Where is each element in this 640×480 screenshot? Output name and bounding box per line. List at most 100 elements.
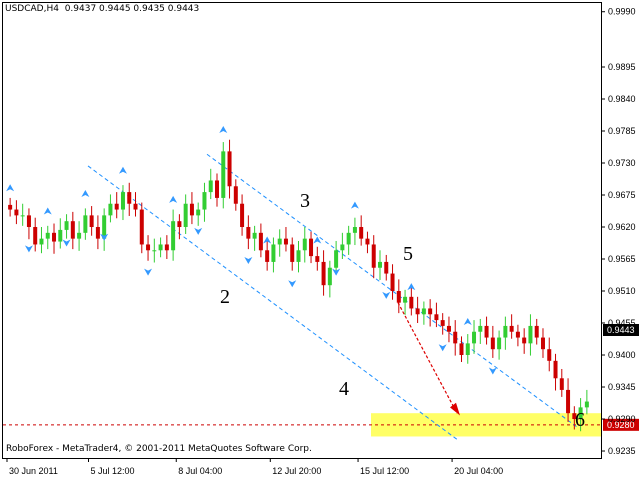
symbol-label: USDCAD,H4 <box>5 4 59 14</box>
fractal-up-arrow <box>6 184 15 192</box>
candle-bull <box>39 238 44 245</box>
candle-bear <box>309 238 314 257</box>
y-tick-label: 0.9675 <box>608 190 636 200</box>
candle-bear <box>553 360 558 379</box>
candle-bear <box>240 203 245 228</box>
candle-bull <box>252 232 257 239</box>
candle-bear <box>484 325 489 338</box>
wave-label-6: 6 <box>575 409 585 431</box>
y-tick-label: 0.9235 <box>608 446 636 456</box>
candle-bear <box>177 221 182 228</box>
candle-bull <box>77 232 82 239</box>
candle-bear <box>127 192 132 204</box>
fractal-down-arrow <box>62 239 71 247</box>
candle-bear <box>453 331 458 344</box>
candle-bull <box>377 261 382 268</box>
candle-bull <box>45 232 50 239</box>
candle-bull <box>334 250 339 268</box>
fractal-layer <box>6 126 497 375</box>
wave-label-4: 4 <box>339 378 349 400</box>
candle-bull <box>208 180 213 193</box>
fractal-up-arrow <box>169 195 178 203</box>
candle-bear <box>359 227 364 239</box>
candle-bear <box>227 151 232 187</box>
candle-bull <box>152 250 157 252</box>
candle-bull <box>271 244 276 262</box>
x-tick-label: 5 Jul 12:00 <box>90 466 134 476</box>
candle-bear <box>396 291 401 303</box>
channel-layer <box>87 153 579 440</box>
fractal-up-arrow <box>81 190 90 198</box>
y-tick-label: 0.9510 <box>608 286 636 296</box>
candle-bear <box>559 378 564 390</box>
y-tick-label: 0.9290 <box>608 414 636 424</box>
candle-bull <box>465 343 470 356</box>
candle-bear <box>566 389 571 414</box>
y-tick-label: 0.9785 <box>608 126 636 136</box>
candle-bull <box>584 401 589 408</box>
forecast-arrow-line <box>397 302 458 414</box>
x-tick-label: 30 Jun 2011 <box>9 466 58 476</box>
candle-bear <box>415 308 420 315</box>
candle-bear <box>440 320 445 326</box>
candle-bear <box>26 215 31 228</box>
candle-bear <box>14 209 19 216</box>
candle-bull <box>202 192 207 210</box>
y-tick-label: 0.9400 <box>608 350 636 360</box>
fractal-up-arrow <box>463 318 472 326</box>
candle-bull <box>183 203 188 228</box>
candle-bull <box>472 331 477 344</box>
candle-bear <box>233 186 238 204</box>
x-tick-label: 15 Jul 12:00 <box>360 466 409 476</box>
candle-bear <box>321 261 326 286</box>
chart-window: 0.9443 0.9280 0.9990 0.9895 0.9840 0.9785 0.9… <box>0 0 640 480</box>
axis-layer: 0.9990 0.9895 0.9840 0.9785 0.9730 0.9675 0.96… <box>6 7 636 476</box>
candle-bull <box>296 250 301 262</box>
candle-bear <box>70 221 75 239</box>
candle-bear <box>428 308 433 315</box>
fractal-up-arrow <box>219 126 228 134</box>
candle-bull <box>83 215 88 233</box>
candle-layer <box>8 139 589 432</box>
candle-bear <box>114 203 119 210</box>
copyright-text: RoboForex - MetaTrader4, © 2001-2011 Met… <box>6 444 312 454</box>
candle-bull <box>58 229 63 242</box>
candle-bull <box>528 325 533 344</box>
fractal-down-arrow <box>488 367 497 375</box>
x-tick-label: 20 Jul 04:00 <box>454 466 503 476</box>
candle-bear <box>8 204 13 210</box>
fractal-up-arrow <box>43 207 52 215</box>
candle-bull <box>421 308 426 315</box>
candle-bear <box>515 331 520 338</box>
candle-bear <box>459 343 464 356</box>
candle-bear <box>509 325 514 332</box>
fractal-down-arrow <box>144 268 153 276</box>
fractal-down-arrow <box>382 291 391 299</box>
candle-bear <box>446 325 451 332</box>
y-tick-label: 0.9345 <box>608 382 636 392</box>
price-chart: 0.94430.9280 0.99900.98950.98400.97850.9… <box>3 7 639 476</box>
candle-bull <box>196 209 201 216</box>
candle-bear <box>52 232 57 242</box>
wave-label-2: 2 <box>220 286 230 308</box>
candle-bear <box>258 232 263 251</box>
y-tick-label: 0.9730 <box>608 158 636 168</box>
y-tick-label: 0.9990 <box>608 7 636 17</box>
candle-bear <box>315 256 320 262</box>
wave-label-5: 5 <box>403 243 413 265</box>
candle-bull <box>497 337 502 350</box>
fractal-down-arrow <box>24 245 33 253</box>
y-tick-label: 0.9455 <box>608 318 636 328</box>
candle-bear <box>283 238 288 245</box>
candle-bull <box>478 325 483 332</box>
candle-bull <box>20 215 25 217</box>
fractal-down-arrow <box>194 227 203 235</box>
candle-bear <box>290 244 295 262</box>
candle-bull <box>120 192 125 210</box>
candle-bear <box>146 244 151 251</box>
candle-bear <box>390 273 395 292</box>
y-tick-label: 0.9620 <box>608 222 636 232</box>
candle-bear <box>534 325 539 338</box>
fractal-up-arrow <box>118 166 127 174</box>
chart-header: USDCAD,H4 0.9437 0.9445 0.9435 0.9443 <box>5 4 199 14</box>
